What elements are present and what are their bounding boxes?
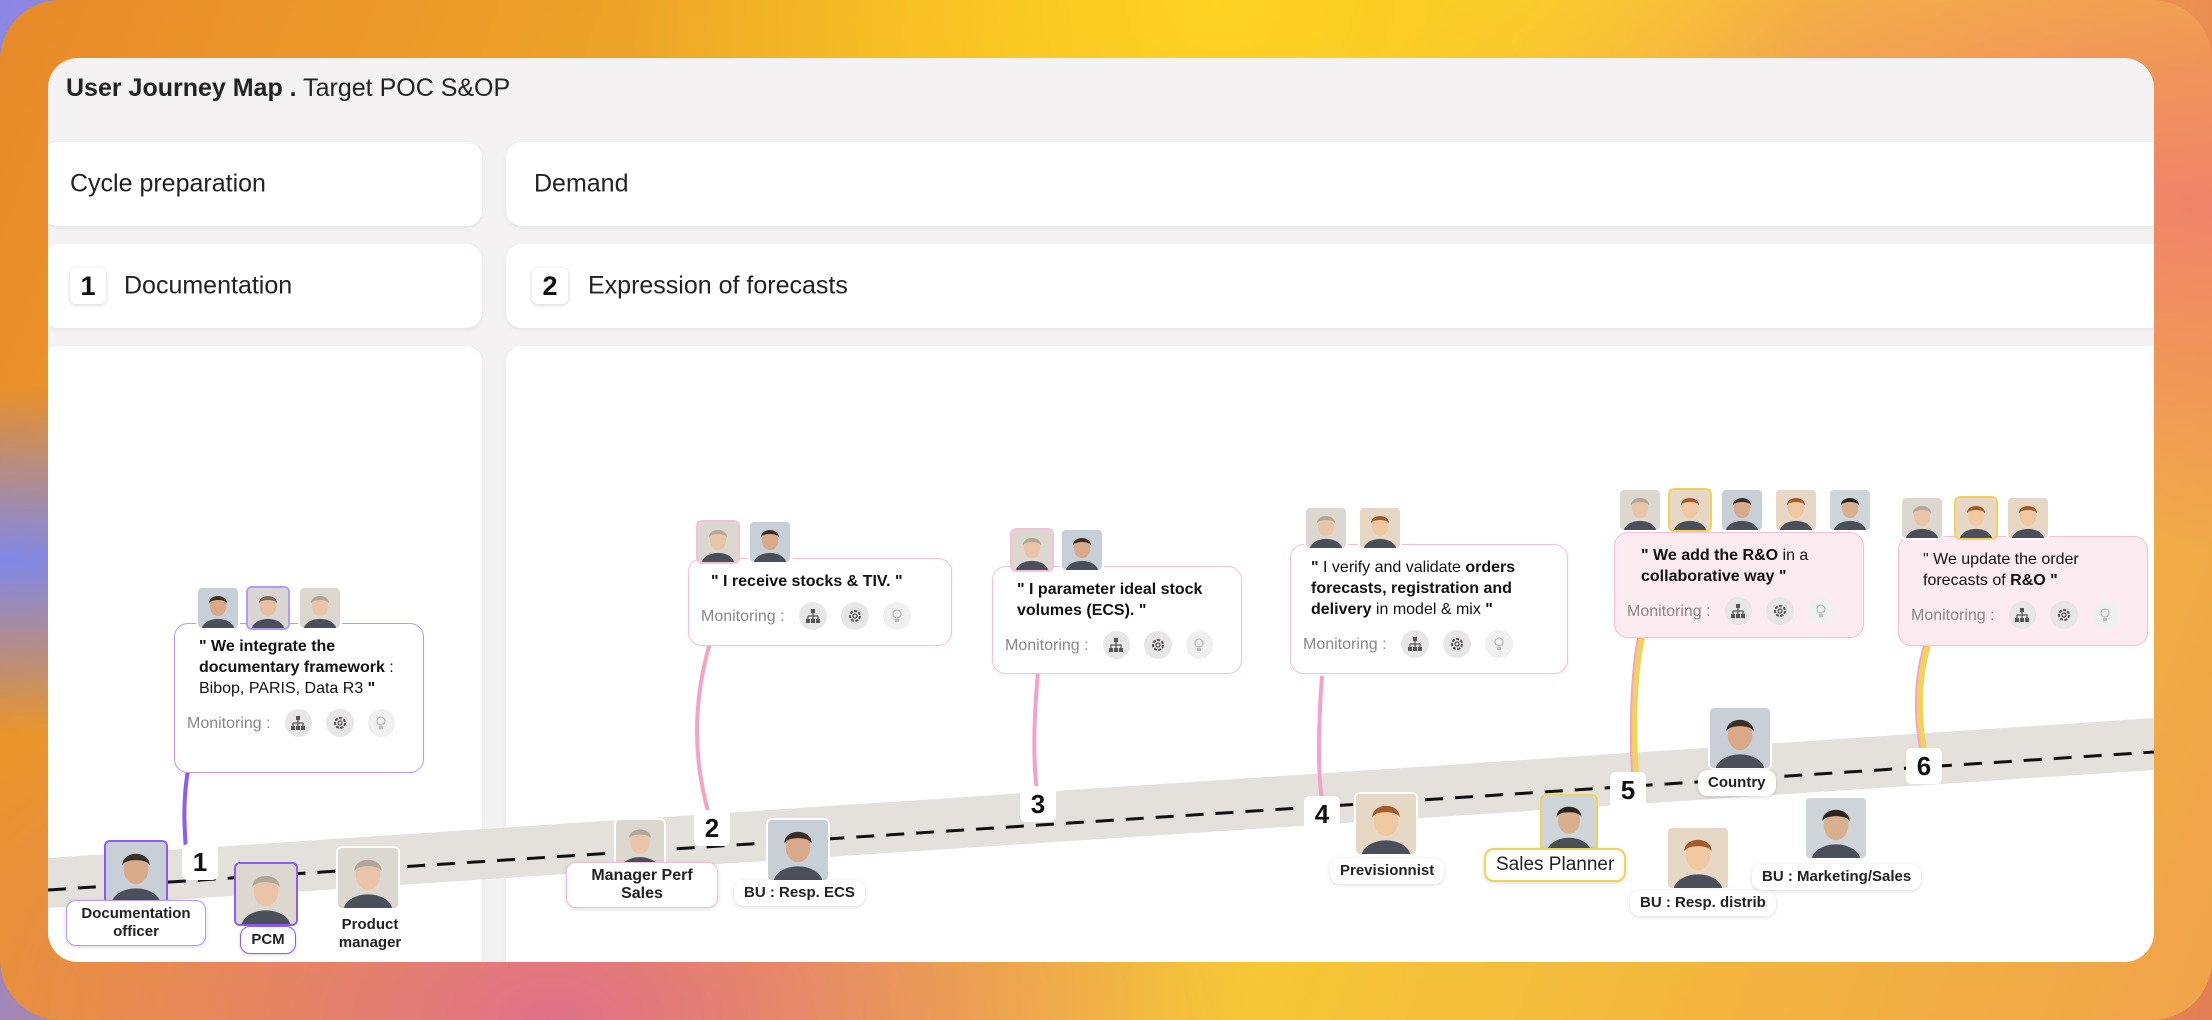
quote-bubble-4[interactable]: " I verify and validate orders forecasts… <box>1290 544 1568 674</box>
journey-step-2[interactable]: 2 <box>694 810 730 846</box>
connector-2 <box>694 642 712 819</box>
person-avatar <box>298 586 342 630</box>
role-avatar <box>234 862 298 926</box>
quote-bubble-3[interactable]: " I parameter ideal stock volumes (ECS).… <box>992 566 1242 674</box>
gear-icon[interactable] <box>326 709 354 737</box>
person-avatar <box>1358 506 1402 550</box>
role-avatar <box>1708 706 1772 770</box>
person-avatar <box>696 520 740 564</box>
quote-text: " I receive stocks & TIV. " <box>711 573 903 590</box>
quote-text: " We add the R&O in a collaborative way … <box>1641 547 1809 585</box>
org-chart-icon[interactable] <box>1400 630 1429 658</box>
role-tag-product-manager[interactable]: Product manager <box>326 912 414 956</box>
gear-icon[interactable] <box>2050 601 2078 629</box>
person-avatar <box>1720 488 1764 532</box>
quote-bubble-6[interactable]: " We update the order forecasts of R&O "… <box>1898 536 2148 646</box>
role-tag-pcm[interactable]: PCM <box>240 926 296 954</box>
person-avatar <box>1060 528 1104 572</box>
gear-icon[interactable] <box>840 602 869 630</box>
lightbulb-icon[interactable] <box>1807 597 1835 625</box>
monitoring-row: Monitoring : <box>1303 630 1553 658</box>
monitoring-row: Monitoring : <box>187 709 409 737</box>
connector-4 <box>1317 675 1324 799</box>
org-chart-icon[interactable] <box>2008 601 2037 629</box>
org-chart-icon[interactable] <box>798 602 827 630</box>
role-tag-country[interactable]: Country <box>1698 770 1776 796</box>
connector-3 <box>1032 670 1040 799</box>
role-avatar <box>766 818 830 882</box>
journey-map-card: User Journey Map . Target POC S&OP Cycle… <box>48 58 2154 962</box>
journey-step-5[interactable]: 5 <box>1610 772 1646 808</box>
person-avatar <box>748 520 792 564</box>
journey-step-1[interactable]: 1 <box>182 844 218 880</box>
monitoring-row: Monitoring : <box>1911 601 2133 629</box>
gear-icon[interactable] <box>1144 631 1172 659</box>
person-avatar <box>1954 496 1998 540</box>
lightbulb-icon[interactable] <box>1484 630 1513 658</box>
quote-text: " I parameter ideal stock volumes (ECS).… <box>1017 581 1203 619</box>
org-chart-icon[interactable] <box>1724 597 1753 625</box>
person-avatar <box>1828 488 1872 532</box>
gear-icon[interactable] <box>1442 630 1471 658</box>
person-avatar <box>1010 528 1054 572</box>
role-tag-manager-perf-sales[interactable]: Manager Perf Sales <box>566 862 718 908</box>
person-avatar <box>196 586 240 630</box>
lightbulb-icon[interactable] <box>2091 601 2119 629</box>
person-avatar <box>1304 506 1348 550</box>
quote-text: " I verify and validate orders forecasts… <box>1311 559 1516 618</box>
role-avatar <box>1804 796 1868 860</box>
lightbulb-icon[interactable] <box>882 602 911 630</box>
gear-icon[interactable] <box>1766 597 1794 625</box>
role-avatar <box>1540 794 1598 852</box>
lightbulb-icon[interactable] <box>367 709 395 737</box>
journey-step-3[interactable]: 3 <box>1020 786 1056 822</box>
role-tag-documentation-officer[interactable]: Documentation officer <box>66 900 206 946</box>
monitoring-row: Monitoring : <box>701 602 937 630</box>
monitoring-row: Monitoring : <box>1627 597 1849 625</box>
gradient-frame: User Journey Map . Target POC S&OP Cycle… <box>0 0 2212 1020</box>
org-chart-icon[interactable] <box>1102 631 1131 659</box>
role-tag-bu-marketing-sales[interactable]: BU : Marketing/Sales <box>1752 864 1922 890</box>
role-avatar <box>1354 792 1418 856</box>
quote-text: " We " We integrate the documentary fram… <box>199 638 394 697</box>
monitoring-row: Monitoring : <box>1005 631 1227 659</box>
role-tag-previsionnist[interactable]: Previsionnist <box>1330 858 1445 884</box>
org-chart-icon[interactable] <box>284 709 313 737</box>
person-avatar <box>246 586 290 630</box>
lightbulb-icon[interactable] <box>1185 631 1213 659</box>
person-avatar <box>1900 496 1944 540</box>
quote-bubble-2[interactable]: " I receive stocks & TIV. " Monitoring : <box>688 558 952 646</box>
role-tag-bu-resp-distrib[interactable]: BU : Resp. distrib <box>1630 890 1776 916</box>
role-tag-bu-resp-ecs[interactable]: BU : Resp. ECS <box>734 880 865 906</box>
journey-step-4[interactable]: 4 <box>1304 796 1340 832</box>
person-avatar <box>1774 488 1818 532</box>
role-avatar <box>1666 826 1730 890</box>
person-avatar <box>1618 488 1662 532</box>
journey-step-6[interactable]: 6 <box>1906 748 1942 784</box>
quote-bubble-1[interactable]: " We " We integrate the documentary fram… <box>174 623 424 773</box>
quote-text: " We update the order forecasts of R&O " <box>1923 551 2079 589</box>
role-avatar <box>104 840 168 904</box>
person-avatar <box>2006 496 2050 540</box>
quote-bubble-5[interactable]: " We add the R&O in a collaborative way … <box>1614 532 1864 638</box>
role-tag-sales-planner[interactable]: Sales Planner <box>1484 848 1627 882</box>
connector-6 <box>1916 645 1931 749</box>
person-avatar <box>1668 488 1712 532</box>
role-avatar <box>336 846 400 910</box>
